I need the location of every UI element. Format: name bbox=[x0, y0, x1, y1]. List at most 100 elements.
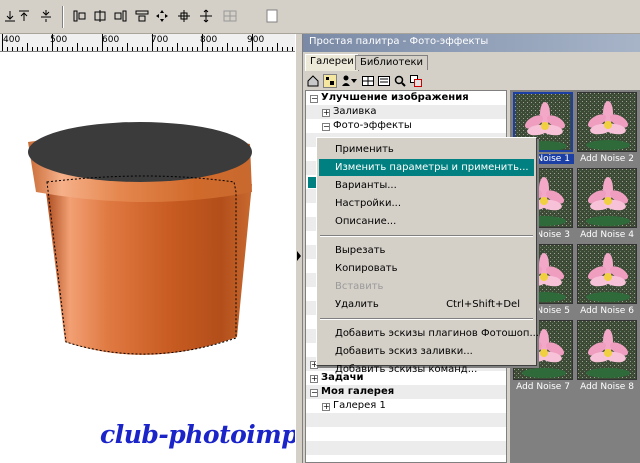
search-icon[interactable] bbox=[393, 74, 407, 88]
lotus-flower-image bbox=[577, 244, 637, 304]
image-canvas[interactable]: club-photoimpact.ru bbox=[0, 52, 295, 463]
ruler-tick bbox=[57, 47, 58, 51]
menu-item[interactable]: Варианты... bbox=[319, 177, 534, 194]
expand-icon[interactable]: + bbox=[310, 375, 318, 383]
align-middle-icon[interactable] bbox=[38, 8, 54, 24]
panel-splitter[interactable] bbox=[295, 34, 303, 463]
ruler-tick bbox=[197, 47, 198, 51]
expand-icon[interactable]: + bbox=[322, 109, 330, 117]
ruler-tick bbox=[282, 47, 283, 51]
menu-item-label: Варианты... bbox=[335, 180, 397, 191]
thumbnail-item[interactable]: Add Noise 8 bbox=[576, 319, 638, 395]
thumbnail-item[interactable]: Add Noise 6 bbox=[576, 243, 638, 319]
tab-galleries[interactable]: Галереи bbox=[305, 54, 359, 71]
tree-item-label: Галерея 1 bbox=[333, 400, 386, 411]
tree-row[interactable]: − Улучшение изображения bbox=[306, 91, 506, 105]
tree-row[interactable]: + Заливка bbox=[306, 105, 506, 119]
collapse-icon[interactable]: − bbox=[322, 123, 330, 131]
tree-row[interactable] bbox=[306, 413, 506, 427]
menu-item[interactable]: Вырезать bbox=[319, 242, 534, 259]
ruler-tick bbox=[267, 47, 268, 51]
distribute-left-icon[interactable] bbox=[72, 8, 88, 24]
distribute-right-icon[interactable] bbox=[112, 8, 128, 24]
expand-icon[interactable]: + bbox=[322, 403, 330, 411]
thumbnail-label: Add Noise 6 bbox=[580, 306, 634, 316]
ruler-tick bbox=[117, 47, 118, 51]
ruler-tick bbox=[47, 47, 48, 51]
ruler-tick bbox=[127, 43, 128, 51]
watermark-text: club-photoimpact.ru bbox=[100, 420, 295, 449]
ruler-tick bbox=[237, 47, 238, 51]
ruler-tick bbox=[232, 47, 233, 51]
copy-icon[interactable] bbox=[409, 74, 423, 88]
ruler-label: 600 bbox=[102, 35, 120, 45]
menu-item[interactable]: Настройки... bbox=[319, 195, 534, 212]
distribute-center-icon[interactable] bbox=[92, 8, 108, 24]
tree-row[interactable] bbox=[306, 455, 506, 462]
ruler-tick bbox=[77, 43, 78, 51]
tree-row[interactable]: − Моя галерея bbox=[306, 385, 506, 399]
ruler-tick bbox=[32, 47, 33, 51]
menu-item[interactable]: Добавить эскизы плагинов Фотошоп... bbox=[319, 325, 539, 342]
ruler-tick bbox=[152, 34, 153, 51]
view-tree-icon[interactable] bbox=[323, 74, 337, 88]
flower-pot-image bbox=[28, 122, 252, 355]
ruler-tick bbox=[17, 47, 18, 51]
menu-item-label: Добавить эскизы плагинов Фотошоп... bbox=[335, 328, 539, 339]
menu-item: Вставить bbox=[319, 278, 534, 295]
ruler-tick bbox=[292, 47, 293, 51]
ruler-tick bbox=[247, 47, 248, 51]
distribute-top-icon[interactable] bbox=[134, 8, 150, 24]
grid-view-icon[interactable] bbox=[361, 74, 375, 88]
menu-item[interactable]: Копировать bbox=[319, 260, 534, 277]
tree-row[interactable]: + Галерея 1 bbox=[306, 399, 506, 413]
splitter-arrow-icon[interactable] bbox=[296, 251, 302, 261]
panel-toggle-icon[interactable] bbox=[264, 8, 280, 24]
menu-item-label: Добавить эскизы команд... bbox=[335, 364, 478, 375]
collapse-icon[interactable]: − bbox=[310, 95, 318, 103]
ruler-tick bbox=[272, 47, 273, 51]
home-icon[interactable] bbox=[306, 74, 320, 88]
ruler-tick bbox=[102, 34, 103, 51]
tree-row[interactable] bbox=[306, 427, 506, 441]
ruler-tick bbox=[27, 43, 28, 51]
tree-item-label: Фото-эффекты bbox=[333, 120, 412, 131]
tree-row[interactable] bbox=[306, 441, 506, 455]
menu-item[interactable]: Добавить эскизы команд... bbox=[319, 361, 534, 378]
dropdown-arrow-icon[interactable] bbox=[350, 74, 358, 88]
ruler-tick bbox=[52, 34, 53, 51]
fit-icon[interactable] bbox=[198, 8, 214, 24]
thumbnail-item[interactable]: Add Noise 2 bbox=[576, 91, 638, 167]
tab-libraries[interactable]: Библиотеки bbox=[355, 55, 429, 70]
thumbnail-item[interactable]: Add Noise 4 bbox=[576, 167, 638, 243]
collapse-icon[interactable]: − bbox=[310, 389, 318, 397]
ruler-tick bbox=[137, 47, 138, 51]
ruler-tick bbox=[82, 47, 83, 51]
center-cross-icon[interactable] bbox=[176, 8, 192, 24]
menu-item[interactable]: Применить bbox=[319, 141, 534, 158]
ruler-tick bbox=[212, 47, 213, 51]
list-view-icon[interactable] bbox=[377, 74, 391, 88]
tree-item-label: Моя галерея bbox=[321, 386, 395, 397]
align-top-icon[interactable] bbox=[16, 8, 32, 24]
menu-item[interactable]: Добавить эскиз заливки... bbox=[319, 343, 534, 360]
ruler-tick bbox=[287, 47, 288, 51]
menu-item-label: Вставить bbox=[335, 281, 384, 292]
ruler-tick bbox=[187, 47, 188, 51]
menu-shortcut: Ctrl+Shift+Del bbox=[446, 299, 520, 310]
center-both-icon[interactable] bbox=[154, 8, 170, 24]
ruler-tick bbox=[182, 47, 183, 51]
ruler-tick bbox=[252, 34, 253, 51]
grid-disabled-icon bbox=[222, 8, 238, 24]
tree-row[interactable]: − Фото-эффекты bbox=[306, 119, 506, 133]
menu-item[interactable]: Описание... bbox=[319, 213, 534, 230]
ruler-label: 900 bbox=[247, 35, 265, 45]
thumbnail-label: Add Noise 7 bbox=[516, 382, 570, 392]
ruler-tick bbox=[22, 47, 23, 51]
ruler-tick bbox=[257, 47, 258, 51]
menu-separator bbox=[320, 235, 533, 237]
menu-item[interactable]: Изменить параметры и применить... bbox=[319, 159, 534, 176]
menu-item[interactable]: Удалить Ctrl+Shift+Del bbox=[319, 296, 534, 313]
ruler-tick bbox=[172, 47, 173, 51]
thumbnail-label: Add Noise 2 bbox=[580, 154, 634, 164]
